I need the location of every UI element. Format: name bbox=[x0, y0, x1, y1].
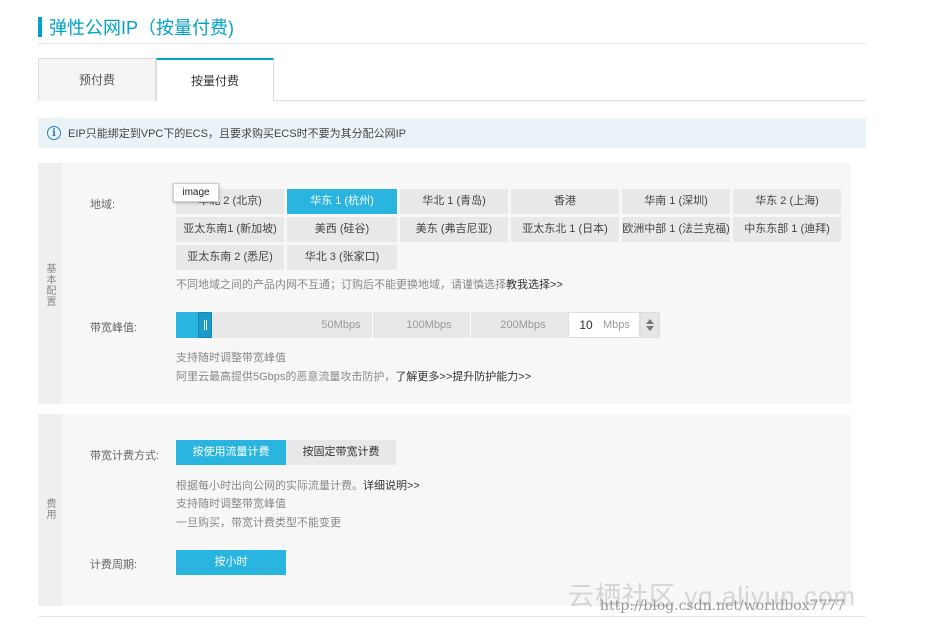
notice-banner: i EIP只能绑定到VPC下的ECS，且要求购买ECS时不要为其分配公网IP bbox=[38, 118, 866, 148]
region-option[interactable]: 中东东部 1 (迪拜) bbox=[733, 217, 841, 242]
region-option[interactable]: 欧洲中部 1 (法兰克福) bbox=[622, 217, 730, 242]
basic-config-side-label: 基本配置 bbox=[44, 263, 55, 307]
bandwidth-label: 带宽峰值: bbox=[90, 322, 138, 334]
ddos-hint-text: 阿里云最高提供5Gbps的恶意流量攻击防护， bbox=[176, 371, 396, 383]
billing-by-bandwidth-button[interactable]: 按固定带宽计费 bbox=[286, 440, 396, 465]
basic-config-sidebar: 基本配置 bbox=[38, 163, 62, 404]
slider-tick-separator bbox=[470, 312, 471, 338]
title-accent-bar bbox=[38, 17, 42, 37]
info-icon: i bbox=[47, 126, 61, 140]
region-option[interactable]: 美东 (弗吉尼亚) bbox=[400, 217, 508, 242]
bandwidth-hint-1: 支持随时调整带宽峰值 bbox=[176, 352, 286, 364]
bandwidth-hint-2: 阿里云最高提供5Gbps的恶意流量攻击防护，了解更多>>提升防护能力>> bbox=[176, 368, 531, 384]
region-option[interactable]: 亚太东南 2 (悉尼) bbox=[176, 245, 284, 270]
billing-tabs: 预付费 按量付费 bbox=[38, 58, 866, 102]
region-option-selected[interactable]: 华东 1 (杭州) bbox=[287, 189, 397, 214]
bandwidth-stepper[interactable] bbox=[640, 312, 660, 338]
slider-tick-label: 50Mbps bbox=[321, 319, 361, 331]
region-option[interactable]: 亚太东南1 (新加坡) bbox=[176, 217, 284, 242]
slider-tick-label: 100Mbps bbox=[406, 319, 452, 331]
billing-period-label: 计费周期: bbox=[90, 559, 138, 571]
billing-hint-1: 根据每小时出向公网的实际流量计费。详细说明>> bbox=[176, 477, 420, 493]
region-label: 地域: bbox=[90, 199, 116, 211]
billing-period-hourly-button[interactable]: 按小时 bbox=[176, 550, 286, 575]
billing-side-label: 费用 bbox=[44, 498, 55, 520]
region-hint: 不同地域之间的产品内网不互通；订购后不能更换地域，请谨慎选择教我选择>> bbox=[176, 276, 563, 292]
title-divider bbox=[38, 43, 866, 44]
bottom-divider bbox=[38, 616, 866, 617]
watermark-url: http://blog.csdn.net/worldbox7777 bbox=[600, 598, 846, 614]
bandwidth-value[interactable]: 10 bbox=[569, 318, 603, 332]
region-option[interactable]: 华南 1 (深圳) bbox=[622, 189, 730, 214]
billing-hint-text: 根据每小时出向公网的实际流量计费。 bbox=[176, 480, 363, 492]
billing-details-link[interactable]: 详细说明>> bbox=[363, 480, 420, 492]
region-option[interactable]: 华北 1 (青岛) bbox=[400, 189, 508, 214]
region-hint-text: 不同地域之间的产品内网不互通；订购后不能更换地域，请谨慎选择 bbox=[176, 279, 506, 291]
bandwidth-slider[interactable]: 50Mbps 100Mbps 200Mbps bbox=[176, 312, 568, 338]
billing-sidebar: 费用 bbox=[38, 414, 62, 606]
grip-icon bbox=[203, 320, 207, 330]
page-title-text: 弹性公网IP（按量付费) bbox=[49, 18, 235, 38]
tab-prepaid[interactable]: 预付费 bbox=[38, 58, 156, 101]
slider-tick-label: 200Mbps bbox=[500, 319, 546, 331]
region-option[interactable]: 亚太东北 1 (日本) bbox=[511, 217, 619, 242]
region-option[interactable]: 香港 bbox=[511, 189, 619, 214]
bandwidth-slider-handle[interactable] bbox=[198, 312, 212, 338]
tab-pay-as-you-go[interactable]: 按量付费 bbox=[156, 58, 274, 102]
region-help-link[interactable]: 教我选择>> bbox=[506, 279, 563, 291]
region-option[interactable]: 美西 (硅谷) bbox=[287, 217, 397, 242]
basic-config-panel: 基本配置 地域: 华北 2 (北京) 华东 1 (杭州) 华北 1 (青岛) 香… bbox=[38, 163, 851, 404]
bandwidth-input[interactable]: 10 Mbps bbox=[568, 312, 640, 338]
page-title: 弹性公网IP（按量付费) bbox=[38, 14, 234, 40]
bandwidth-unit: Mbps bbox=[603, 319, 630, 331]
region-option[interactable]: 华北 3 (张家口) bbox=[287, 245, 397, 270]
billing-by-traffic-button[interactable]: 按使用流量计费 bbox=[176, 440, 286, 465]
notice-text: EIP只能绑定到VPC下的ECS，且要求购买ECS时不要为其分配公网IP bbox=[68, 128, 406, 140]
arrow-up-icon[interactable] bbox=[646, 319, 654, 324]
region-option[interactable]: 华东 2 (上海) bbox=[733, 189, 841, 214]
image-tooltip: image bbox=[173, 183, 219, 202]
arrow-down-icon[interactable] bbox=[646, 326, 654, 331]
ddos-more-link[interactable]: 了解更多>>提升防护能力>> bbox=[395, 371, 531, 383]
billing-hint-3: 一旦购买，带宽计费类型不能变更 bbox=[176, 517, 341, 529]
billing-hint-2: 支持随时调整带宽峰值 bbox=[176, 498, 286, 510]
billing-method-label: 带宽计费方式: bbox=[90, 450, 160, 462]
